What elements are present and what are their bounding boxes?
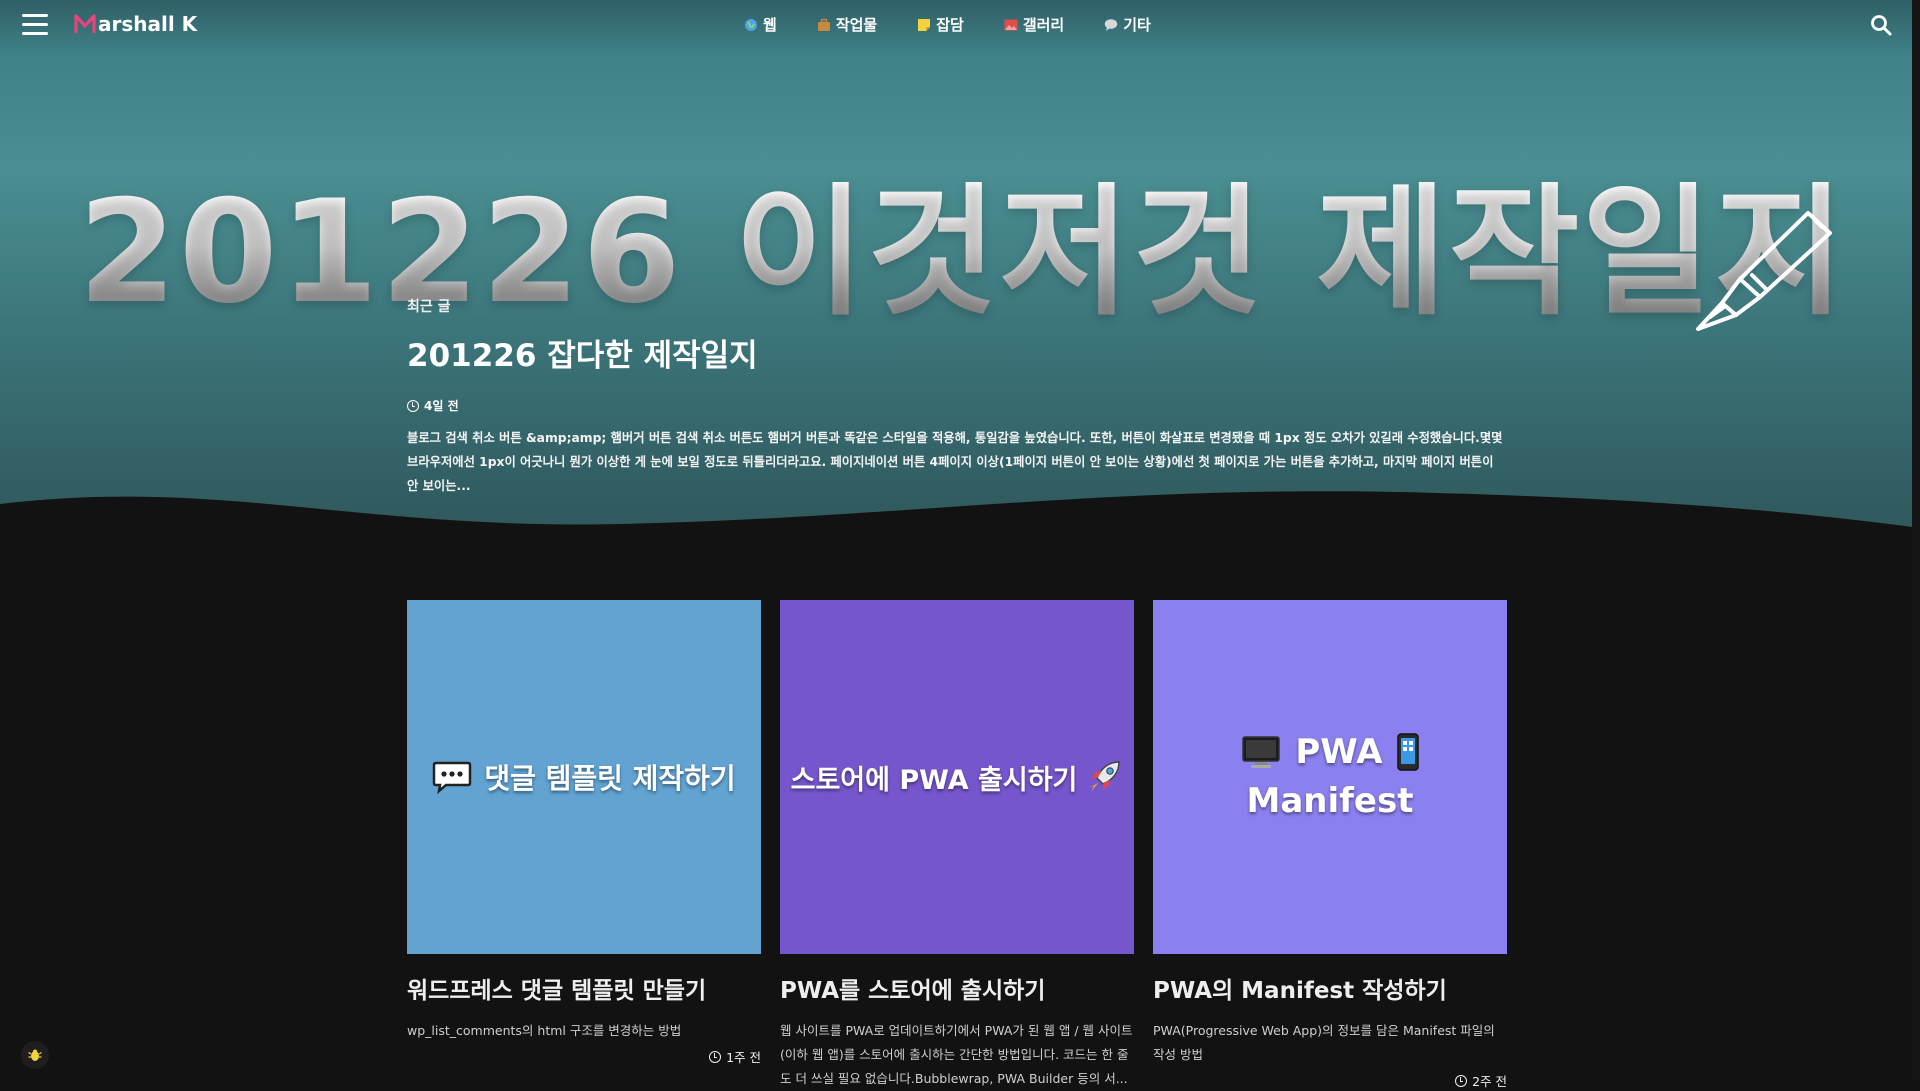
post-card-thumbnail[interactable]: 댓글 템플릿 제작하기 [407, 600, 761, 954]
latest-post: 최근 글 201226 잡다한 제작일지 4일 전 블로그 검색 취소 버튼 &… [407, 296, 1507, 498]
nav-item-works[interactable]: 작업물 [817, 14, 877, 35]
latest-post-excerpt: 블로그 검색 취소 버튼 &amp;amp; 햄버거 버튼 검색 취소 버튼도 … [407, 431, 1503, 493]
clock-icon [1455, 1074, 1468, 1087]
note-icon [918, 18, 931, 31]
thumbnail-text-line2: Manifest [1246, 781, 1414, 821]
nav-item-label: 잡담 [936, 16, 964, 34]
hero-wave-divider [0, 491, 1920, 560]
nav-item-etc[interactable]: 기타 [1104, 14, 1151, 35]
post-card[interactable]: 댓글 템플릿 제작하기 워드프레스 댓글 템플릿 만들기 wp_list_com… [407, 600, 761, 1091]
briefcase-icon [817, 18, 830, 31]
bug-icon [28, 1049, 42, 1061]
post-card-description: wp_list_comments의 html 구조를 변경하는 방법 [407, 1023, 682, 1038]
post-card[interactable]: 스토어에 PWA 출시하기 PWA를 스토어에 출시하기 웹 사이트를 PWA로… [780, 600, 1134, 1091]
fountain-pen-icon [1696, 211, 1832, 331]
nav-item-chat[interactable]: 잡담 [917, 14, 964, 35]
hamburger-menu-button[interactable] [22, 14, 48, 36]
post-card-title[interactable]: PWA를 스토어에 출시하기 [780, 971, 1134, 1005]
latest-post-time: 4일 전 [424, 399, 459, 413]
mobile-phone-icon [1396, 733, 1419, 772]
thumbnail-text-line1: PWA [1295, 731, 1383, 772]
monitor-icon [1242, 736, 1281, 769]
nav-item-label: 웹 [763, 16, 777, 34]
speech-bubble-icon [433, 761, 472, 794]
clock-icon [407, 399, 419, 412]
post-card-description: 웹 사이트를 PWA로 업데이트하기에서 PWA가 된 웹 앱 / 웹 사이트(… [780, 1023, 1133, 1086]
logo-m-icon [74, 14, 96, 33]
thumbnail-text: 댓글 템플릿 제작하기 [484, 762, 736, 795]
picture-icon [1004, 19, 1018, 30]
post-card-description: PWA(Progressive Web App)의 정보를 담은 Manifes… [1153, 1023, 1495, 1062]
rocket-icon [1089, 761, 1121, 792]
post-card-grid: 댓글 템플릿 제작하기 워드프레스 댓글 템플릿 만들기 wp_list_com… [407, 600, 1507, 1091]
theme-toggle-button[interactable] [21, 1041, 49, 1069]
post-card-thumbnail[interactable]: 스토어에 PWA 출시하기 [780, 600, 1134, 954]
post-card-title[interactable]: PWA의 Manifest 작성하기 [1153, 971, 1507, 1005]
thumbnail-text: 스토어에 PWA 출시하기 [790, 764, 1078, 796]
post-card-title[interactable]: 워드프레스 댓글 템플릿 만들기 [407, 971, 761, 1005]
latest-post-title[interactable]: 201226 잡다한 제작일지 [407, 330, 1507, 375]
page-scrollbar[interactable] [1912, 0, 1920, 1080]
globe-icon [745, 18, 757, 31]
post-card-time: 2주 전 [1472, 1074, 1507, 1089]
post-card-thumbnail[interactable]: PWA Manifest [1153, 600, 1507, 954]
nav-item-label: 기타 [1123, 16, 1151, 34]
nav-item-label: 갤러리 [1022, 16, 1065, 34]
clock-icon [709, 1050, 722, 1063]
post-card[interactable]: PWA Manifest PWA의 Manifest 작성하기 PWA(Prog… [1153, 600, 1507, 1091]
latest-post-label: 최근 글 [407, 299, 451, 315]
nav-item-label: 작업물 [835, 16, 878, 34]
nav-item-gallery[interactable]: 갤러리 [1004, 14, 1064, 35]
site-logo[interactable]: arshall K [74, 12, 197, 36]
post-card-meta: 2주 전 [1153, 1071, 1507, 1090]
search-icon[interactable] [1870, 14, 1892, 36]
speech-bubble-icon [1105, 18, 1118, 31]
top-navbar: arshall K 웹 작업물 잡담 갤러리 기타 [0, 0, 1920, 52]
latest-post-meta: 4일 전 [407, 397, 1507, 414]
site-logo-text: arshall K [98, 12, 198, 36]
post-card-meta: 1주 전 [407, 1047, 761, 1066]
post-card-time: 1주 전 [726, 1050, 761, 1065]
nav-item-web[interactable]: 웹 [744, 14, 777, 35]
main-nav-menu: 웹 작업물 잡담 갤러리 기타 [744, 14, 1151, 35]
